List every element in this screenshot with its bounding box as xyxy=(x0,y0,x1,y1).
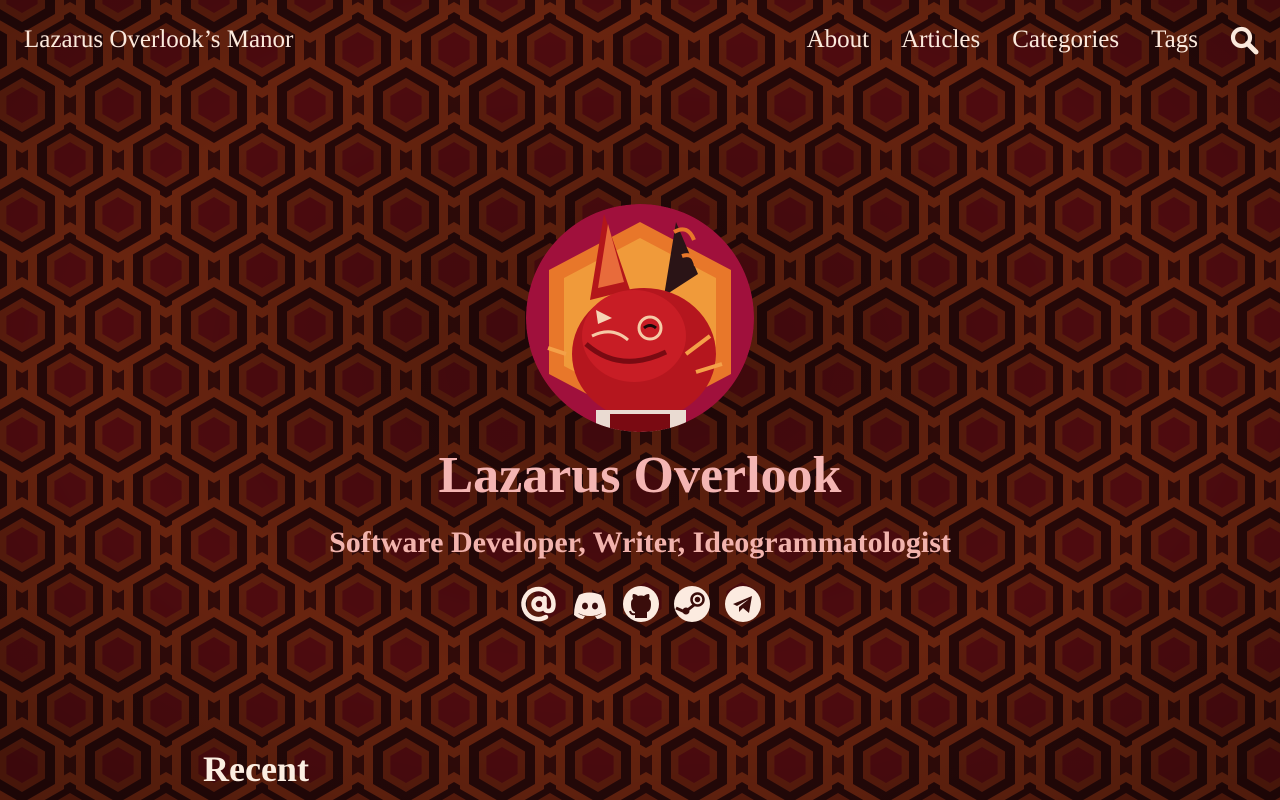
social-links xyxy=(519,584,763,624)
steam-icon[interactable] xyxy=(672,584,712,624)
top-navigation-bar: Lazarus Overlook’s Manor About Articles … xyxy=(0,0,1280,80)
nav-link-about[interactable]: About xyxy=(807,24,870,56)
telegram-icon[interactable] xyxy=(723,584,763,624)
github-icon[interactable] xyxy=(621,584,661,624)
profile-tagline: Software Developer, Writer, Ideogrammato… xyxy=(329,526,951,559)
nav-link-tags[interactable]: Tags xyxy=(1151,24,1198,56)
main-nav: About Articles Categories Tags xyxy=(807,24,1198,56)
profile-name: Lazarus Overlook xyxy=(438,447,842,504)
discord-icon[interactable] xyxy=(570,584,610,624)
site-title-link[interactable]: Lazarus Overlook’s Manor xyxy=(24,24,293,56)
recent-section-heading: Recent xyxy=(203,749,309,789)
avatar xyxy=(526,204,754,432)
search-icon[interactable] xyxy=(1229,25,1259,55)
nav-link-categories[interactable]: Categories xyxy=(1012,24,1119,56)
nav-link-articles[interactable]: Articles xyxy=(901,24,980,56)
at-icon[interactable] xyxy=(519,584,559,624)
